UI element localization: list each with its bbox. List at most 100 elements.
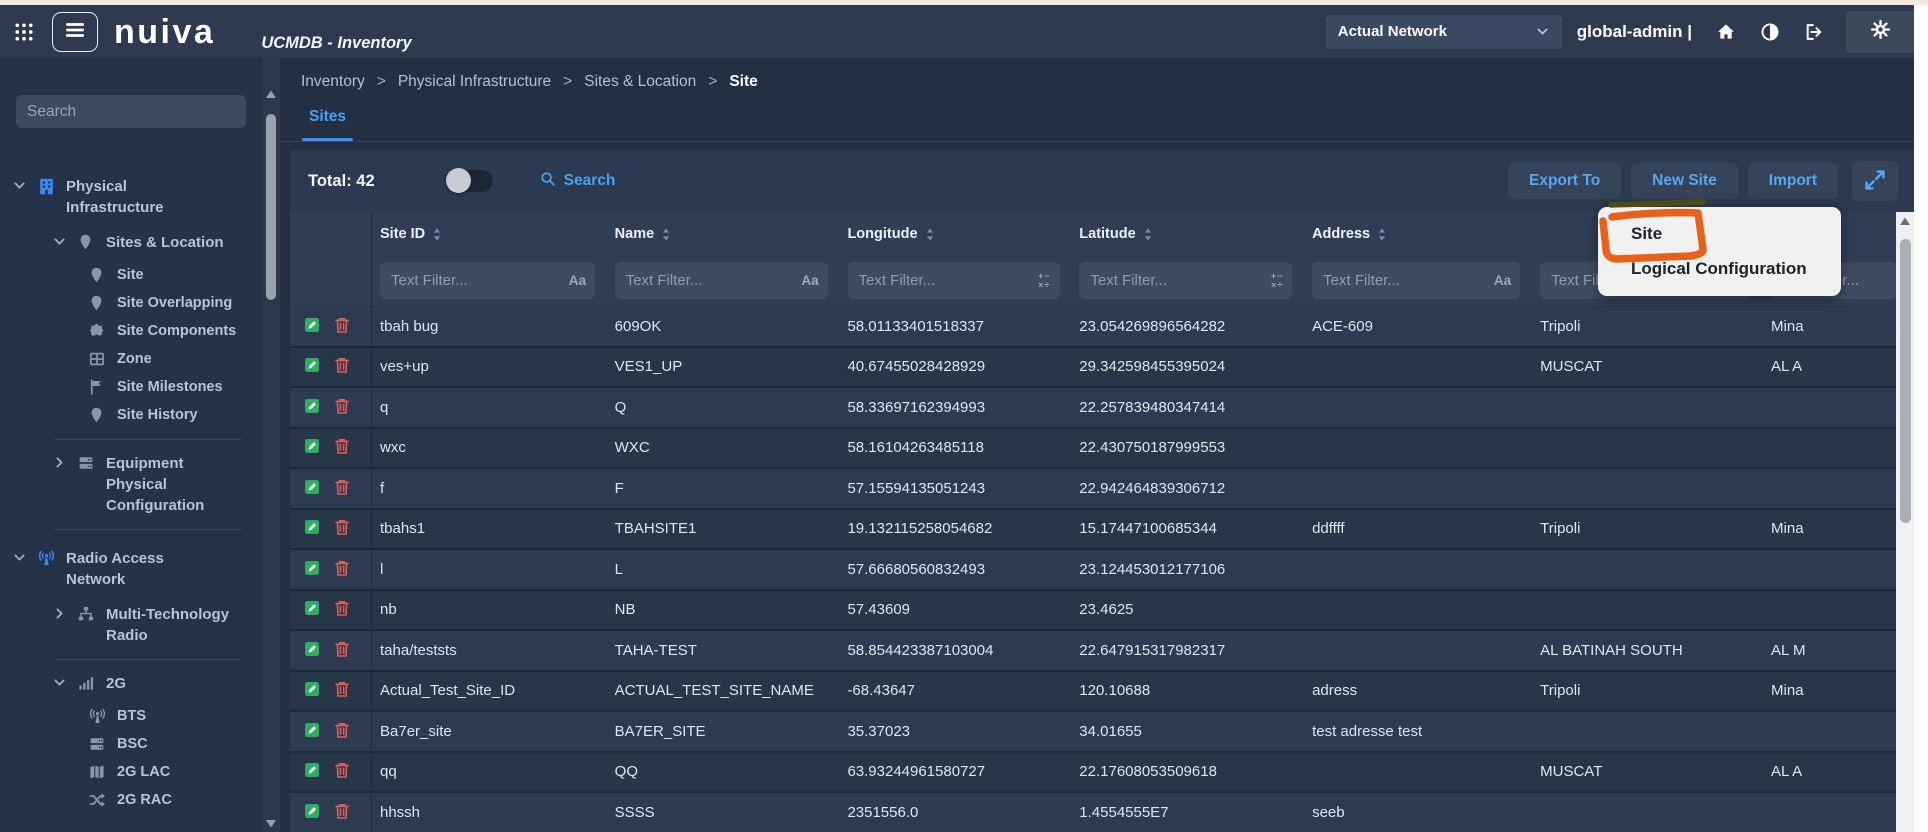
sidebar-item-label: BTS (117, 706, 146, 727)
import-button[interactable]: Import (1748, 163, 1838, 199)
table-scrollbar[interactable] (1896, 212, 1914, 832)
filter-input-site_id[interactable] (389, 271, 564, 290)
edit-row-button[interactable] (303, 802, 321, 823)
delete-row-button[interactable] (334, 397, 350, 418)
tab-bar: Sites (280, 105, 1914, 142)
delete-row-button[interactable] (334, 559, 350, 580)
sidebar-item-bts[interactable]: BTS (0, 706, 262, 727)
edit-row-button[interactable] (303, 437, 321, 458)
logout-icon[interactable] (1804, 22, 1824, 42)
delete-row-button[interactable] (334, 518, 350, 539)
cell-site_id: q (372, 399, 607, 416)
filter-input-name[interactable] (624, 271, 797, 290)
sidebar-item-label: BSC (117, 734, 148, 755)
sidebar-item-equipment-physical-configuration[interactable]: Equipment Physical Configuration (0, 453, 262, 516)
apps-grid-icon[interactable] (13, 21, 35, 43)
edit-row-button[interactable] (303, 356, 321, 377)
home-icon[interactable] (1716, 22, 1736, 42)
toolbar-buttons: Export To New Site Import (1508, 161, 1898, 201)
breadcrumb-link-sites-location[interactable]: Sites & Location (584, 73, 696, 91)
edit-icon (303, 518, 321, 539)
column-header-address[interactable]: Address (1304, 212, 1532, 256)
column-header-site_id[interactable]: Site ID (372, 212, 607, 256)
edit-row-button[interactable] (303, 397, 321, 418)
sort-icon[interactable] (1143, 227, 1153, 242)
tab-sites[interactable]: Sites (309, 108, 346, 126)
column-header-longitude[interactable]: Longitude (839, 212, 1071, 256)
sidebar-item-2g-lac[interactable]: 2G LAC (0, 762, 262, 783)
breadcrumb-link-physical-infrastructure[interactable]: Physical Infrastructure (398, 73, 551, 91)
delete-row-button[interactable] (334, 356, 350, 377)
column-header-name[interactable]: Name (607, 212, 840, 256)
delete-row-button[interactable] (334, 680, 350, 701)
edit-row-button[interactable] (303, 640, 321, 661)
sidebar-item-site-history[interactable]: Site History (0, 405, 262, 426)
hamburger-menu-button[interactable] (52, 12, 98, 52)
edit-row-button[interactable] (303, 478, 321, 499)
sidebar-item-2g[interactable]: 2G (0, 673, 262, 694)
sort-icon[interactable] (925, 227, 935, 242)
edit-row-button[interactable] (303, 316, 321, 337)
sidebar-scrollbar-thumb[interactable] (266, 114, 276, 300)
edit-row-button[interactable] (303, 680, 321, 701)
sidebar-item-site-milestones[interactable]: Site Milestones (0, 377, 262, 398)
sidebar-search-input[interactable] (16, 95, 246, 128)
sidebar-item-multi-technology-radio[interactable]: Multi-Technology Radio (0, 604, 262, 646)
table-scrollbar-thumb[interactable] (1900, 239, 1911, 523)
sidebar-item-label: Site History (117, 405, 198, 426)
delete-row-button[interactable] (334, 437, 350, 458)
sidebar-item-2g-rac[interactable]: 2G RAC (0, 790, 262, 811)
delete-row-button[interactable] (334, 640, 350, 661)
toggle-knob[interactable] (446, 168, 471, 193)
cell-wilaya: AL A (1763, 358, 1914, 375)
delete-row-button[interactable] (334, 761, 350, 782)
delete-row-button[interactable] (334, 802, 350, 823)
scroll-down-icon[interactable] (265, 819, 277, 828)
cell-name: VES1_UP (607, 358, 840, 375)
filter-input-address[interactable] (1321, 271, 1489, 290)
edit-row-button[interactable] (303, 599, 321, 620)
sidebar-item-site[interactable]: Site (0, 265, 262, 286)
delete-row-button[interactable] (334, 599, 350, 620)
edit-row-button[interactable] (303, 761, 321, 782)
popup-item-site[interactable]: Site (1598, 216, 1841, 251)
edit-row-button[interactable] (303, 721, 321, 742)
shuffle-icon (88, 791, 107, 811)
cell-latitude: 34.01655 (1071, 723, 1304, 740)
breadcrumb-link-inventory[interactable]: Inventory (301, 73, 365, 91)
export-to-button[interactable]: Export To (1508, 163, 1621, 199)
filter-input-latitude[interactable] (1088, 271, 1265, 290)
sidebar-scrollbar[interactable] (262, 58, 280, 832)
new-site-button[interactable]: New Site (1631, 163, 1738, 199)
scroll-up-icon[interactable] (265, 90, 277, 99)
network-select[interactable]: Actual Network (1326, 15, 1562, 49)
delete-row-button[interactable] (334, 316, 350, 337)
sidebar-item-zone[interactable]: Zone (0, 349, 262, 370)
edit-row-button[interactable] (303, 559, 321, 580)
column-header-latitude[interactable]: Latitude (1071, 212, 1304, 256)
numeric-filter-icon: +−×÷ (1271, 272, 1284, 289)
table-search-link[interactable]: Search (539, 170, 616, 192)
delete-row-button[interactable] (334, 478, 350, 499)
edit-row-button[interactable] (303, 518, 321, 539)
sidebar-item-radio-access-network[interactable]: Radio Access Network (0, 548, 262, 590)
popup-item-logical-configuration[interactable]: Logical Configuration (1598, 251, 1841, 286)
sidebar-item-sites-location[interactable]: Sites & Location (0, 232, 262, 253)
expand-table-button[interactable] (1852, 161, 1898, 201)
edit-icon (303, 437, 321, 458)
sidebar-item-site-overlapping[interactable]: Site Overlapping (0, 293, 262, 314)
filter-input-longitude[interactable] (857, 271, 1033, 290)
settings-button[interactable] (1846, 11, 1914, 53)
sidebar-item-physical-infrastructure[interactable]: Physical Infrastructure (0, 176, 262, 218)
delete-row-button[interactable] (334, 721, 350, 742)
sort-icon[interactable] (432, 227, 442, 242)
cell-latitude: 22.257839480347414 (1071, 399, 1304, 416)
sidebar-item-site-components[interactable]: Site Components (0, 321, 262, 342)
contrast-icon[interactable] (1760, 22, 1780, 42)
sort-icon[interactable] (661, 227, 671, 242)
scroll-up-icon[interactable] (1899, 217, 1911, 226)
sort-icon[interactable] (1377, 227, 1387, 242)
cell-wilaya: AL M (1763, 642, 1914, 659)
sidebar-item-bsc[interactable]: BSC (0, 734, 262, 755)
filter-toggle[interactable] (449, 170, 493, 192)
